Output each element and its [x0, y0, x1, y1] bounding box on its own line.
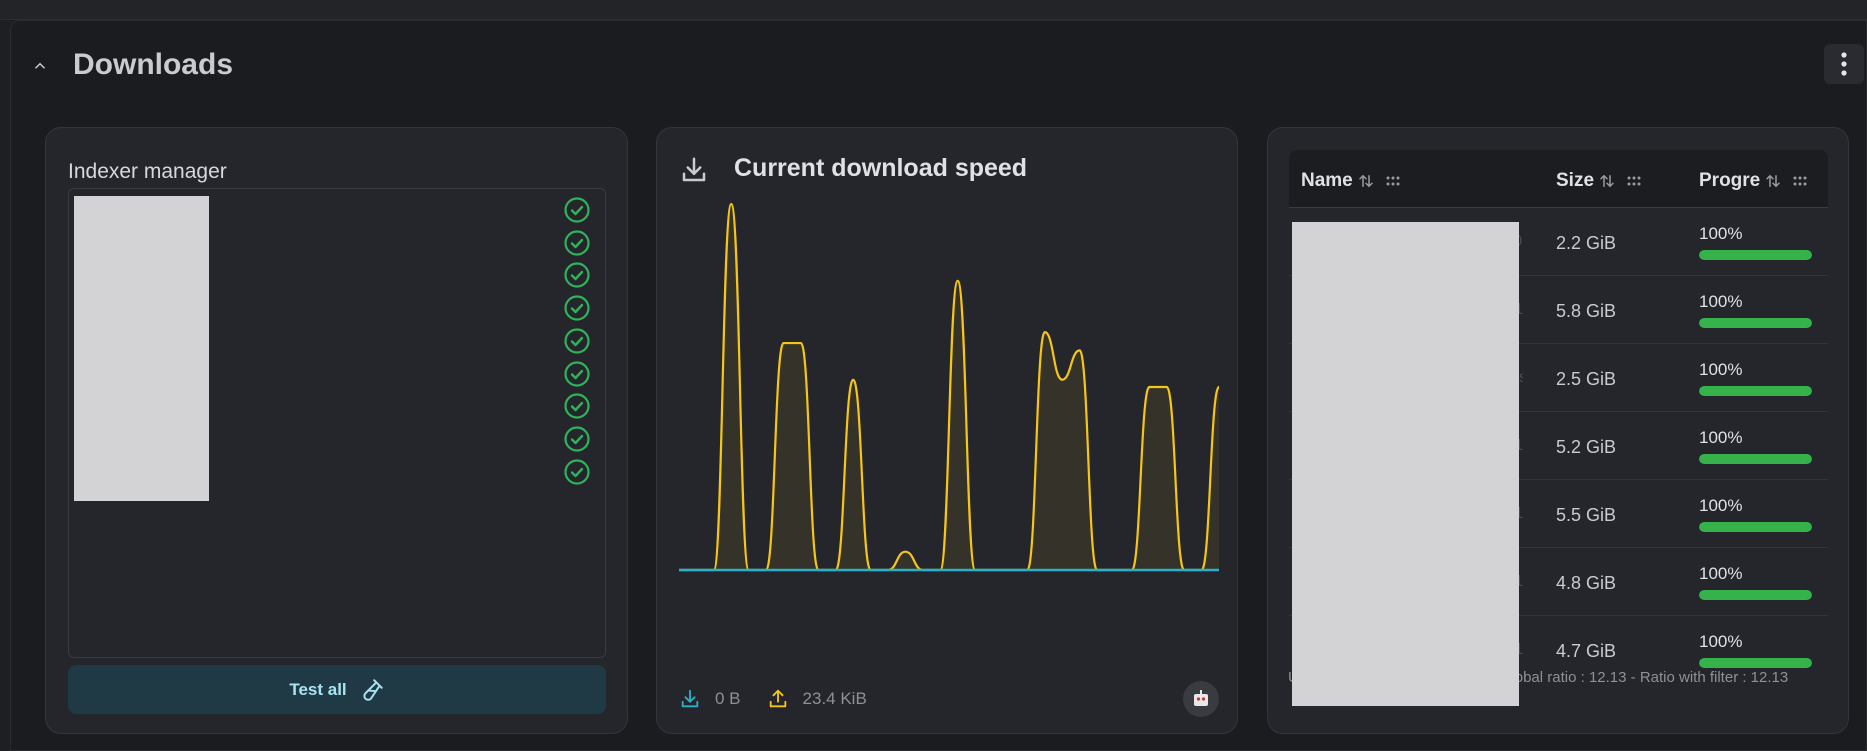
status-ok-icon: [564, 458, 590, 485]
progress-bar-fill: [1699, 250, 1812, 260]
torrent-size: 4.8 GiB: [1556, 573, 1617, 593]
progress-bar: [1699, 318, 1812, 328]
table-header: Name Size Progre: [1289, 150, 1828, 208]
torrent-progress: 100%: [1699, 428, 1812, 464]
progress-bar-fill: [1699, 590, 1812, 600]
more-vertical-icon: [1841, 52, 1847, 76]
redaction-block: [1292, 222, 1519, 706]
status-ok-icon: [564, 393, 590, 419]
status-ok-icon: [564, 360, 590, 387]
progress-bar: [1699, 454, 1812, 464]
download-arrow-icon: [681, 689, 699, 708]
progress-label: 100%: [1699, 496, 1743, 515]
top-bar: [0, 0, 1867, 20]
status-ok-icon: [564, 295, 590, 321]
robot-icon: [1194, 690, 1208, 706]
torrent-size: 4.7 GiB: [1556, 641, 1617, 661]
status-ok-icon: [564, 230, 590, 256]
drag-handle-icon[interactable]: [1626, 173, 1642, 189]
progress-bar-fill: [1699, 454, 1812, 464]
progress-bar: [1699, 590, 1812, 600]
sort-icon[interactable]: [1357, 172, 1375, 190]
progress-label: 100%: [1699, 632, 1743, 651]
status-ok-icon: [564, 262, 590, 288]
download-speed-title: Current download speed: [734, 154, 1028, 182]
torrent-progress: 100%: [1699, 564, 1812, 600]
redaction-block: [74, 196, 209, 501]
column-size-label: Size: [1556, 170, 1595, 191]
progress-bar: [1699, 522, 1812, 532]
column-header-progress[interactable]: Progre: [1699, 170, 1808, 192]
column-progress-label: Progre: [1699, 170, 1761, 191]
torrent-progress: 100%: [1699, 224, 1812, 260]
torrent-size: 5.5 GiB: [1556, 505, 1617, 525]
client-avatar-button[interactable]: [1183, 681, 1219, 717]
section-menu-button[interactable]: [1824, 44, 1864, 84]
progress-label: 100%: [1699, 360, 1743, 379]
chevron-up-icon: [34, 62, 46, 69]
column-header-name[interactable]: Name: [1301, 170, 1401, 192]
sort-icon[interactable]: [1764, 172, 1782, 190]
column-header-size[interactable]: Size: [1556, 170, 1642, 192]
speed-footer: 0 B 23.4 KiB: [679, 681, 1219, 717]
progress-label: 100%: [1699, 224, 1743, 243]
column-name-label: Name: [1301, 170, 1353, 191]
sort-icon[interactable]: [1598, 172, 1616, 190]
progress-label: 100%: [1699, 292, 1743, 311]
indexer-manager-title: Indexer manager: [68, 160, 227, 183]
test-all-button[interactable]: Test all: [68, 665, 606, 714]
torrent-size: 5.8 GiB: [1556, 301, 1617, 321]
progress-bar-fill: [1699, 318, 1812, 328]
torrent-size: 5.2 GiB: [1556, 437, 1617, 457]
download-speed-value: 0 B: [715, 689, 741, 708]
download-icon: [682, 157, 706, 182]
torrent-progress: 100%: [1699, 496, 1812, 532]
status-ok-icon: [564, 328, 590, 354]
torrent-progress: 100%: [1699, 632, 1812, 668]
test-tube-icon: [363, 678, 383, 701]
progress-bar-fill: [1699, 386, 1812, 396]
upload-arrow-icon: [769, 689, 786, 708]
test-all-label: Test all: [289, 679, 347, 699]
collapse-section-button[interactable]: [24, 50, 56, 82]
progress-bar-fill: [1699, 522, 1812, 532]
download-speed-chart: [679, 202, 1219, 572]
torrent-progress: 100%: [1699, 360, 1812, 396]
drag-handle-icon[interactable]: [1385, 173, 1401, 189]
status-ok-icon: [564, 197, 590, 223]
torrent-progress: 100%: [1699, 292, 1812, 328]
progress-label: 100%: [1699, 428, 1743, 447]
section-title: Downloads: [73, 48, 234, 81]
download-speed-card: Current download speed 0 B 23.4 KiB: [656, 127, 1238, 734]
progress-bar: [1699, 250, 1812, 260]
torrent-size: 2.5 GiB: [1556, 369, 1617, 389]
drag-handle-icon[interactable]: [1792, 173, 1808, 189]
torrent-size: 2.2 GiB: [1556, 233, 1617, 253]
progress-label: 100%: [1699, 564, 1743, 583]
torrents-table-card: Name Size Progre Deadpool & Wolverine 20…: [1267, 127, 1849, 734]
upload-speed-value: 23.4 KiB: [802, 689, 867, 708]
status-ok-icon: [564, 426, 590, 452]
progress-bar: [1699, 386, 1812, 396]
indexer-manager-card: Indexer manager 1337xEZTVInternet Archiv…: [45, 127, 628, 734]
